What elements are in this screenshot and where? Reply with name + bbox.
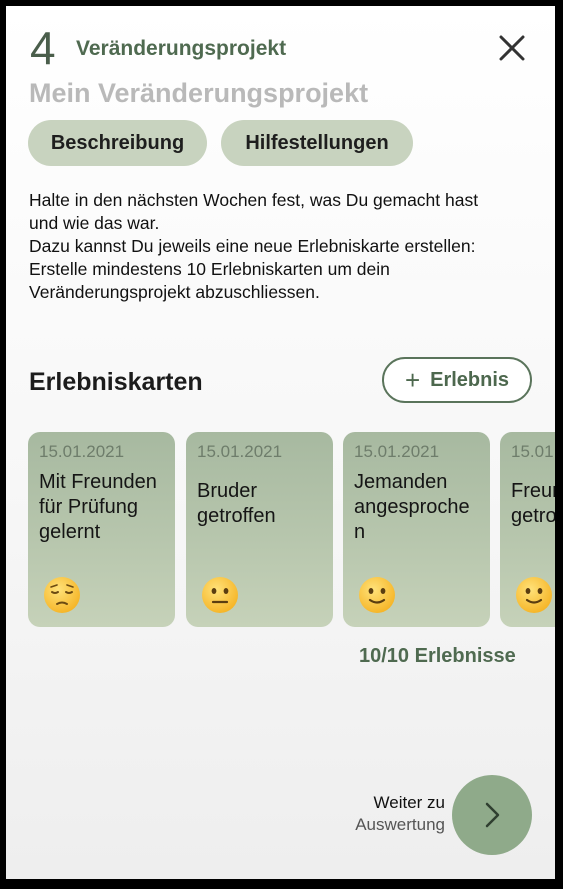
step-number: 4 — [30, 22, 56, 74]
card-title-line: für Prüfung — [39, 496, 138, 518]
add-experience-button[interactable]: + Erlebnis — [382, 357, 532, 403]
experience-count: 10/10 Erlebnisse — [359, 645, 516, 667]
next-label-line2: Auswertung — [355, 815, 445, 834]
experience-card[interactable]: 15.01.2021 Bruder getroffen — [186, 432, 333, 627]
intro-text: Halte in den nächsten Wochen fest, was D… — [29, 189, 534, 304]
card-title-line: angesproche — [354, 496, 470, 518]
card-title-line: n — [354, 521, 366, 543]
neutral-face-icon — [202, 577, 238, 613]
step-title: Veränderungsprojekt — [76, 37, 287, 60]
intro-line: und wie das war. — [29, 213, 160, 233]
intro-line: Halte in den nächsten Wochen fest, was D… — [29, 190, 479, 210]
add-experience-label: Erlebnis — [430, 368, 510, 391]
tab-description[interactable]: Beschreibung — [28, 120, 207, 166]
card-title-line: Bruder — [197, 480, 258, 502]
card-date: 15.01.2021 — [39, 442, 125, 461]
card-title-line: gelernt — [39, 521, 101, 543]
slightly-smiling-face-icon — [359, 577, 395, 613]
experience-card[interactable]: 15.01.2021 Mit Freunden für Prüfung gele… — [28, 432, 175, 627]
card-title-line: Jemanden — [354, 471, 448, 493]
intro-line: Dazu kannst Du jeweils eine neue Erlebni… — [29, 236, 476, 256]
tab-help[interactable]: Hilfestellungen — [221, 120, 413, 166]
experience-card[interactable]: 15.01.2021 Jemanden angesproche n — [343, 432, 490, 627]
app-screen: 4 Veränderungsprojekt Mein Veränderungsp… — [6, 6, 555, 879]
next-label-line1: Weiter zu — [373, 793, 446, 812]
card-title: Mit Freunden für Prüfung gelernt — [39, 470, 169, 545]
section-title: Erlebniskarten — [29, 368, 203, 396]
chevron-right-icon — [485, 802, 500, 828]
card-title: Freun getro — [511, 479, 555, 529]
close-button[interactable] — [496, 32, 528, 64]
card-title-line: Mit Freunden — [39, 471, 157, 493]
card-date: 15.01.2021 — [197, 442, 283, 461]
experience-card[interactable]: 15.01 Freun getro — [500, 432, 555, 627]
page-title: Mein Veränderungsprojekt — [29, 78, 369, 108]
card-title: Jemanden angesproche n — [354, 470, 484, 545]
close-icon — [499, 35, 525, 61]
next-button[interactable] — [452, 775, 532, 855]
next-label: Weiter zu Auswertung — [355, 792, 445, 836]
pensive-face-icon — [44, 577, 80, 613]
card-date: 15.01 — [511, 442, 554, 461]
intro-line: Veränderungsprojekt abzuschliessen. — [29, 282, 320, 302]
card-title-line: Freun — [511, 480, 555, 502]
card-title-line: getroffen — [197, 505, 276, 527]
card-title-line: getro — [511, 505, 555, 527]
card-date: 15.01.2021 — [354, 442, 440, 461]
intro-line: Erstelle mindestens 10 Erlebniskarten um… — [29, 259, 390, 279]
slightly-smiling-face-icon — [516, 577, 552, 613]
plus-icon: + — [404, 365, 421, 395]
card-title: Bruder getroffen — [197, 479, 327, 529]
